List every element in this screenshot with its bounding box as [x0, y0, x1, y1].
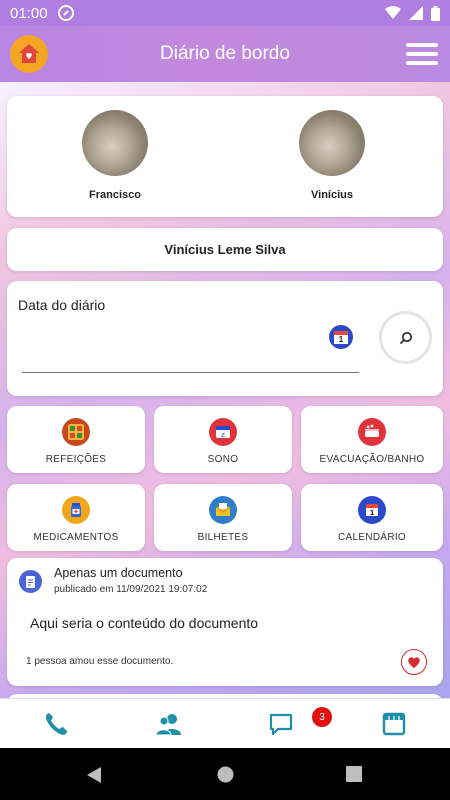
heart-icon: [408, 656, 420, 668]
tile-refeicoes[interactable]: REFEIÇÕES: [7, 406, 145, 473]
child-name: Vinícius: [311, 189, 353, 201]
main-content[interactable]: Francisco Vinícius Vinícius Leme Silva D…: [0, 82, 450, 698]
child-vinicius[interactable]: Vinícius: [272, 110, 392, 201]
tile-label: EVACUAÇÃO/BANHO: [319, 454, 425, 465]
bath-icon: [358, 418, 386, 446]
messages-badge: 3: [312, 707, 332, 727]
tile-label: CALENDÁRIO: [337, 532, 406, 543]
tile-calendario[interactable]: 1 CALENDÁRIO: [301, 484, 443, 551]
tile-bilhetes[interactable]: BILHETES: [154, 484, 292, 551]
avatar: [299, 110, 365, 176]
child-name: Francisco: [89, 189, 141, 201]
tile-medicamentos[interactable]: MEDICAMENTOS: [7, 484, 145, 551]
nav-messages[interactable]: [267, 711, 295, 737]
date-input[interactable]: [22, 372, 359, 373]
bottom-nav: 3: [0, 698, 450, 748]
calendar-icon: 1: [358, 496, 386, 524]
avatar: [82, 110, 148, 176]
phone-icon: [45, 713, 67, 735]
page-title: Diário de bordo: [160, 43, 290, 64]
children-card: Francisco Vinícius: [7, 96, 443, 217]
tile-label: BILHETES: [197, 532, 249, 543]
board-icon: [382, 712, 406, 736]
calendar-picker-icon[interactable]: 1: [329, 325, 353, 349]
status-bar: 01:00: [0, 0, 450, 26]
search-button[interactable]: [379, 311, 432, 364]
menu-icon[interactable]: [406, 41, 438, 67]
chat-icon: [269, 713, 293, 736]
system-nav-bar: [0, 748, 450, 800]
people-icon: [155, 714, 181, 736]
tile-label: REFEIÇÕES: [45, 454, 107, 465]
tile-sono[interactable]: z SONO: [154, 406, 292, 473]
status-time: 01:00: [10, 4, 48, 22]
document-card[interactable]: Apenas um documento publicado em 11/09/2…: [7, 558, 443, 686]
svg-text:z: z: [221, 431, 225, 439]
search-icon: [399, 331, 412, 344]
medicine-icon: [62, 496, 90, 524]
tile-evacuacao-banho[interactable]: EVACUAÇÃO/BANHO: [301, 406, 443, 473]
child-francisco[interactable]: Francisco: [55, 110, 175, 201]
recents-icon[interactable]: [346, 766, 362, 782]
selected-student: Vinícius Leme Silva: [7, 228, 443, 271]
sync-icon: [57, 5, 74, 21]
document-body: Aqui seria o conteúdo do documento: [30, 615, 259, 631]
meal-icon: [62, 418, 90, 446]
app-bar: Diário de bordo: [0, 26, 450, 82]
love-button[interactable]: [401, 649, 427, 675]
sleep-icon: z: [209, 418, 237, 446]
home-logo-icon[interactable]: [10, 35, 48, 73]
document-likes: 1 pessoa amou esse documento.: [26, 656, 174, 667]
wifi-icon: [385, 6, 401, 19]
tile-label: MEDICAMENTOS: [33, 532, 119, 543]
date-label: Data do diário: [18, 297, 106, 313]
home-icon[interactable]: [217, 766, 234, 783]
battery-icon: [431, 5, 440, 21]
nav-phone[interactable]: [42, 711, 70, 737]
document-icon: [19, 570, 42, 593]
document-title: Apenas um documento: [54, 566, 183, 580]
document-date: publicado em 11/09/2021 19:07:02: [54, 584, 208, 595]
back-icon[interactable]: [86, 766, 102, 784]
note-icon: [209, 496, 237, 524]
signal-icon: [409, 6, 423, 20]
tile-label: SONO: [207, 454, 239, 465]
nav-schedule[interactable]: [380, 711, 408, 737]
svg-text:1: 1: [370, 509, 375, 517]
date-card: Data do diário 1: [7, 281, 443, 396]
nav-contacts[interactable]: [155, 711, 183, 737]
